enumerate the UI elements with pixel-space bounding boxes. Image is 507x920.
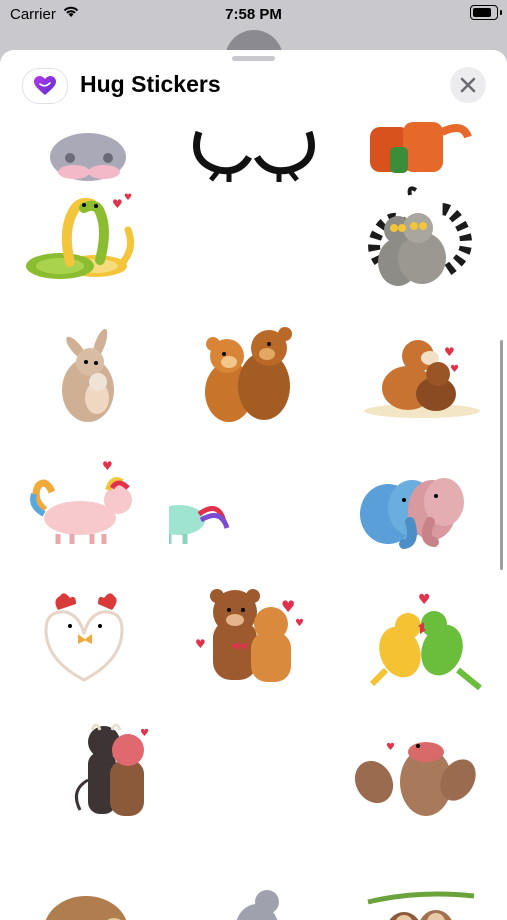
svg-text:♥: ♥ bbox=[102, 459, 113, 473]
sticker-sloths-hug[interactable] bbox=[338, 820, 507, 920]
svg-text:♥: ♥ bbox=[386, 742, 395, 753]
sticker-teddy-bears-hug[interactable] bbox=[169, 300, 338, 430]
sticker-mice-hug[interactable] bbox=[169, 820, 338, 920]
svg-text:♥: ♥ bbox=[281, 597, 295, 616]
svg-text:♥: ♥ bbox=[295, 618, 304, 629]
sticker-empty bbox=[169, 170, 338, 300]
sticker-hamsters-hug[interactable] bbox=[0, 820, 169, 920]
sticker-empty bbox=[169, 430, 338, 560]
battery-icon bbox=[470, 5, 502, 20]
sticker-platypus-hug[interactable]: ♥ bbox=[338, 690, 507, 820]
sticker-grid: ♥ ♥ ♥ ♥ ♥ ♥ ♥ ♥ ♥ ♥ ♥ bbox=[0, 120, 507, 920]
svg-text:♥: ♥ bbox=[112, 197, 123, 211]
sticker-rabbits-hug[interactable] bbox=[0, 300, 169, 430]
sticker-bulls-hug[interactable]: ♥ bbox=[0, 690, 169, 820]
sticker-sheet: Hug Stickers ♥ ♥ ♥ ♥ ♥ ♥ ♥ ♥ ♥ ♥ ♥ bbox=[0, 50, 507, 920]
sticker-empty bbox=[169, 690, 338, 820]
svg-text:♥: ♥ bbox=[444, 345, 455, 359]
svg-text:♥: ♥ bbox=[140, 728, 149, 739]
sticker-lemurs-hug[interactable] bbox=[338, 170, 507, 300]
scroll-indicator[interactable] bbox=[500, 340, 503, 570]
sticker-unicorns-hug[interactable]: ♥ bbox=[0, 430, 169, 560]
sticker-chickens-hug[interactable] bbox=[0, 560, 169, 690]
status-bar: Carrier 7:58 PM bbox=[0, 0, 507, 30]
sticker-parrots-hug[interactable]: ♥ bbox=[338, 560, 507, 690]
sticker-snakes-hug[interactable]: ♥ ♥ bbox=[0, 170, 169, 300]
sticker-brown-bears-hug[interactable]: ♥ ♥ ♥ bbox=[169, 560, 338, 690]
sticker-dogs-hug[interactable]: ♥ ♥ bbox=[338, 300, 507, 430]
sticker-elephants-hug[interactable] bbox=[338, 430, 507, 560]
svg-text:♥: ♥ bbox=[195, 637, 206, 651]
svg-text:♥: ♥ bbox=[450, 364, 459, 375]
status-time: 7:58 PM bbox=[225, 6, 282, 23]
svg-text:♥: ♥ bbox=[418, 592, 431, 608]
svg-text:♥: ♥ bbox=[124, 193, 132, 203]
sheet-grabber[interactable] bbox=[232, 56, 275, 61]
